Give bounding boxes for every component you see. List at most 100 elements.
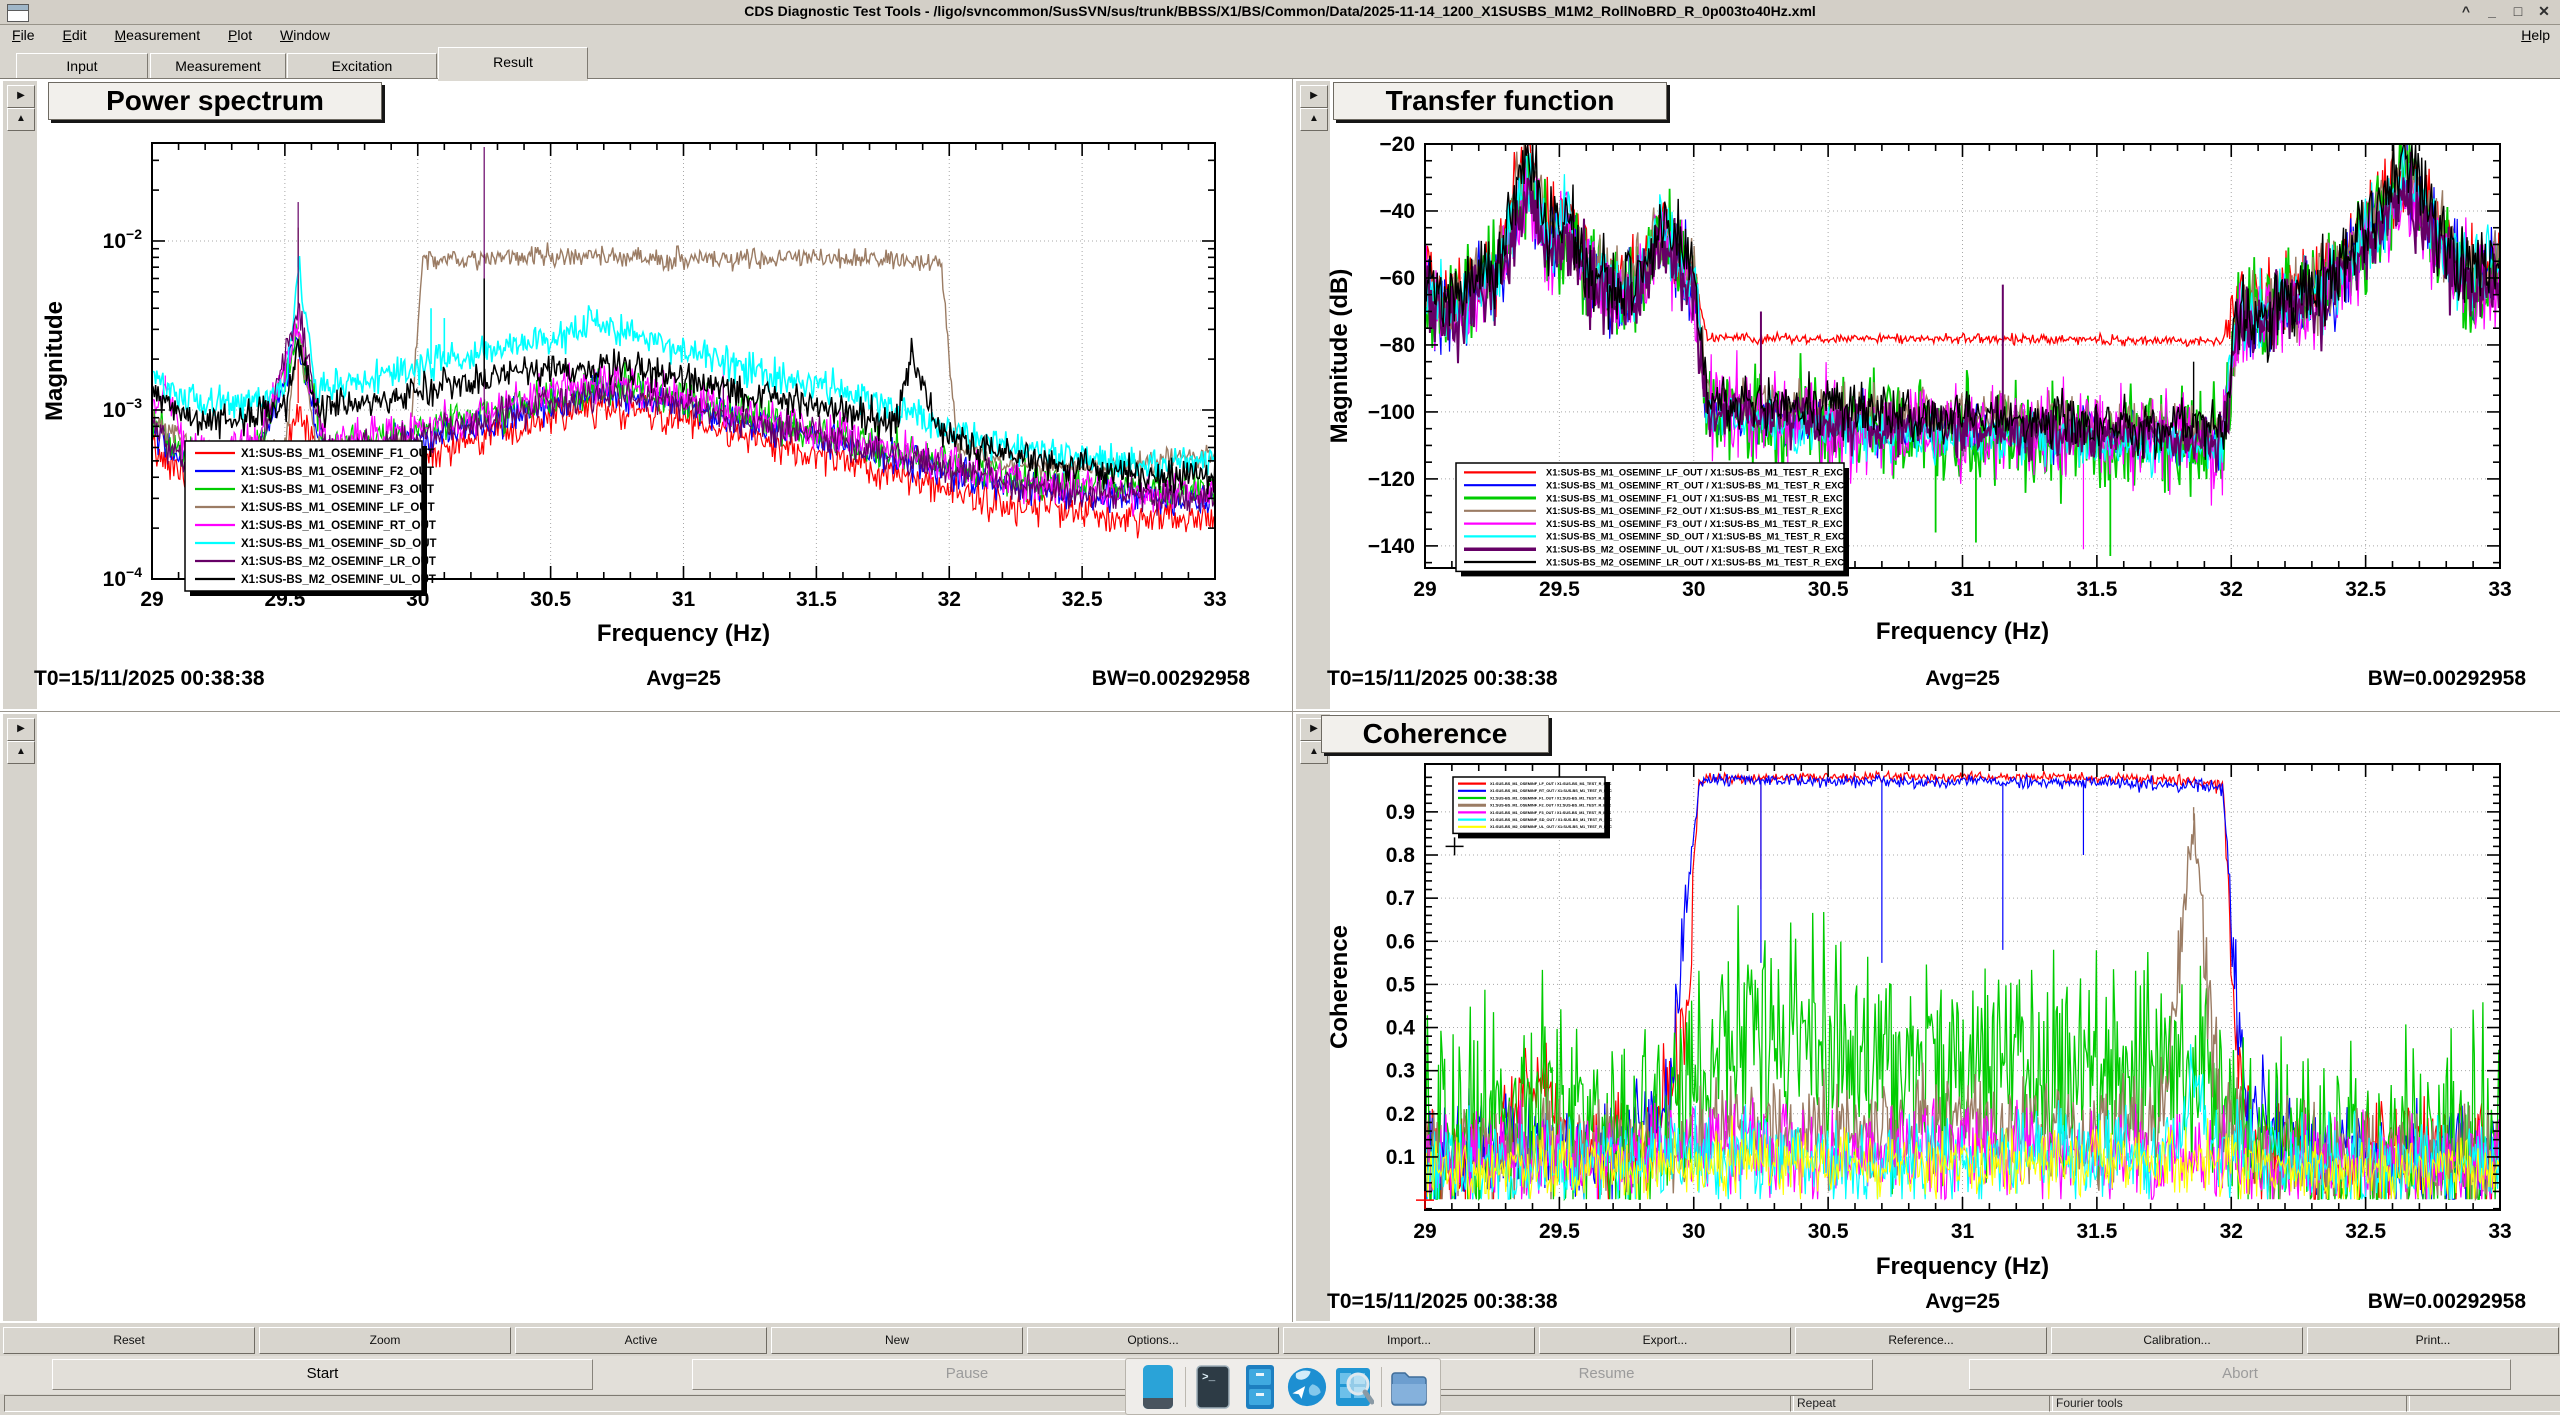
print-button[interactable]: Print... [2307, 1327, 2559, 1354]
svg-text:X1:SUS-BS_M1_OSEMINF_SD_OUT: X1:SUS-BS_M1_OSEMINF_SD_OUT [241, 538, 437, 550]
svg-text:X1:SUS-BS_M1_OSEMINF_RT_OUT /: X1:SUS-BS_M1_OSEMINF_RT_OUT / X1:SUS-BS_… [1490, 789, 1612, 793]
zoom-button[interactable]: Zoom [259, 1327, 511, 1354]
svg-text:X1:SUS-BS_M2_OSEMINF_LR_OUT /: X1:SUS-BS_M2_OSEMINF_LR_OUT / X1:SUS-BS_… [1546, 557, 1844, 567]
dock-separator [1381, 1367, 1382, 1407]
svg-text:10−2: 10−2 [103, 226, 143, 253]
svg-text:0.4: 0.4 [1386, 1017, 1416, 1040]
svg-text:X1:SUS-BS_M2_OSEMINF_UL_OUT /: X1:SUS-BS_M2_OSEMINF_UL_OUT / X1:SUS-BS_… [1546, 545, 1844, 555]
plot-toolbar: Reset Zoom Active New Options... Import.… [0, 1322, 2560, 1357]
svg-text:−20: −20 [1379, 133, 1415, 156]
web-browser-icon[interactable] [1287, 1364, 1327, 1410]
svg-text:0.6: 0.6 [1386, 930, 1415, 953]
svg-text:X1:SUS-BS_M1_OSEMINF_RT_OUT /: X1:SUS-BS_M1_OSEMINF_RT_OUT / X1:SUS-BS_… [1546, 481, 1844, 491]
menu-window[interactable]: Window [268, 25, 342, 46]
export-button[interactable]: Export... [1539, 1327, 1791, 1354]
menu-help[interactable]: Help [2521, 27, 2550, 43]
svg-text:29.5: 29.5 [1539, 1220, 1580, 1243]
svg-text:29: 29 [1413, 1220, 1436, 1243]
svg-text:X1:SUS-BS_M1_OSEMINF_F3_OUT /: X1:SUS-BS_M1_OSEMINF_F3_OUT / X1:SUS-BS_… [1546, 519, 1843, 529]
tab-excitation[interactable]: Excitation [287, 53, 437, 78]
svg-text:X1:SUS-BS_M1_OSEMINF_LF_OUT: X1:SUS-BS_M1_OSEMINF_LF_OUT [241, 502, 435, 514]
scroll-right-button[interactable]: ▶ [7, 718, 35, 741]
close-button[interactable]: ✕ [2532, 1, 2556, 22]
title-bar: CDS Diagnostic Test Tools - /ligo/svncom… [0, 0, 2560, 25]
svg-text:X1:SUS-BS_M1_OSEMINF_F1_OUT /: X1:SUS-BS_M1_OSEMINF_F1_OUT / X1:SUS-BS_… [1490, 796, 1611, 800]
minimize-button[interactable]: _ [2480, 1, 2504, 22]
calibration-button[interactable]: Calibration... [2051, 1327, 2303, 1354]
status-extra [2406, 1395, 2560, 1412]
svg-text:31.5: 31.5 [2076, 1220, 2117, 1243]
power-spectrum-plot: 2929.53030.53131.53232.53310−210−310−4Fr… [0, 79, 1292, 711]
svg-text:31: 31 [1951, 578, 1975, 601]
svg-text:29.5: 29.5 [1539, 578, 1580, 601]
svg-text:33: 33 [2488, 1220, 2511, 1243]
svg-text:−80: −80 [1379, 334, 1415, 357]
svg-text:30.5: 30.5 [1808, 578, 1849, 601]
svg-text:X1:SUS-BS_M1_OSEMINF_SD_OUT /: X1:SUS-BS_M1_OSEMINF_SD_OUT / X1:SUS-BS_… [1546, 532, 1845, 542]
search-window-icon[interactable] [1334, 1364, 1374, 1410]
svg-text:−120: −120 [1368, 468, 1415, 491]
power-spectrum-pane: ▶ ▲ Power spectrum T0=15/11/2025 00:38:3… [0, 79, 1293, 712]
empty-pane: ▶ ▲ [0, 712, 1293, 1323]
menu-bar: File Edit Measurement Plot Window Help [0, 25, 2560, 47]
reset-button[interactable]: Reset [3, 1327, 255, 1354]
reference-button[interactable]: Reference... [1795, 1327, 2047, 1354]
svg-text:32.5: 32.5 [1062, 588, 1103, 611]
status-message [4, 1395, 1794, 1412]
tab-input[interactable]: Input [16, 53, 148, 78]
file-manager-icon[interactable] [1389, 1364, 1429, 1410]
svg-text:29: 29 [1413, 578, 1436, 601]
tab-bar: Input Measurement Excitation Result [0, 46, 2560, 78]
file-cabinet-icon[interactable] [1240, 1364, 1280, 1410]
terminal-icon[interactable]: >_ [1193, 1364, 1233, 1410]
legend: X1:SUS-BS_M1_OSEMINF_F1_OUT X1:SUS-BS_M1_… [185, 441, 437, 596]
maximize-button[interactable]: □ [2506, 1, 2530, 22]
menu-file[interactable]: File [0, 25, 47, 46]
svg-text:32: 32 [2220, 1220, 2243, 1243]
svg-text:X1:SUS-BS_M1_OSEMINF_F1_OUT: X1:SUS-BS_M1_OSEMINF_F1_OUT [241, 448, 434, 460]
svg-text:0.9: 0.9 [1386, 801, 1415, 824]
shade-button[interactable]: ^ [2454, 1, 2478, 22]
svg-text:Magnitude: Magnitude [41, 301, 68, 421]
svg-text:0.5: 0.5 [1386, 973, 1416, 996]
svg-text:30.5: 30.5 [530, 588, 571, 611]
legend: X1:SUS-BS_M1_OSEMINF_LF_OUT / X1:SUS-BS_… [1456, 463, 1849, 576]
menu-edit[interactable]: Edit [50, 25, 98, 46]
workspace-icon[interactable] [1138, 1364, 1178, 1410]
svg-text:X1:SUS-BS_M1_OSEMINF_F1_OUT /: X1:SUS-BS_M1_OSEMINF_F1_OUT / X1:SUS-BS_… [1546, 493, 1843, 503]
svg-text:32.5: 32.5 [2345, 578, 2386, 601]
svg-text:X1:SUS-BS_M2_OSEMINF_UL_OUT: X1:SUS-BS_M2_OSEMINF_UL_OUT [241, 574, 436, 586]
tab-result[interactable]: Result [438, 47, 588, 79]
import-button[interactable]: Import... [1283, 1327, 1535, 1354]
svg-text:X1:SUS-BS_M1_OSEMINF_F3_OUT: X1:SUS-BS_M1_OSEMINF_F3_OUT [241, 484, 434, 496]
status-tools: Fourier tools [2049, 1395, 2410, 1412]
svg-text:0.7: 0.7 [1386, 887, 1415, 910]
svg-text:Coherence: Coherence [1326, 925, 1353, 1049]
options-button[interactable]: Options... [1027, 1327, 1279, 1354]
active-button[interactable]: Active [515, 1327, 767, 1354]
svg-text:X1:SUS-BS_M1_OSEMINF_F3_OUT /: X1:SUS-BS_M1_OSEMINF_F3_OUT / X1:SUS-BS_… [1490, 811, 1611, 815]
svg-text:30.5: 30.5 [1808, 1220, 1849, 1243]
svg-text:31.5: 31.5 [2076, 578, 2117, 601]
svg-text:31: 31 [672, 588, 696, 611]
coherence-pane: ▶ ▲ Coherence T0=15/11/2025 00:38:38 Avg… [1293, 712, 2560, 1323]
application-dock: >_ [1125, 1358, 1441, 1415]
scroll-up-button[interactable]: ▲ [7, 741, 35, 764]
window-title: CDS Diagnostic Test Tools - /ligo/svncom… [0, 3, 2560, 19]
dock-separator [1185, 1367, 1186, 1407]
svg-text:32: 32 [2220, 578, 2243, 601]
svg-text:0.3: 0.3 [1386, 1060, 1415, 1083]
svg-text:0.2: 0.2 [1386, 1103, 1415, 1126]
abort-button[interactable]: Abort [1969, 1359, 2511, 1390]
legend: X1:SUS-BS_M1_OSEMINF_LF_OUT / X1:SUS-BS_… [1453, 777, 1612, 838]
svg-text:X1:SUS-BS_M1_OSEMINF_F2_OUT /: X1:SUS-BS_M1_OSEMINF_F2_OUT / X1:SUS-BS_… [1546, 506, 1843, 516]
menu-measurement[interactable]: Measurement [103, 25, 213, 46]
svg-text:33: 33 [2488, 578, 2511, 601]
new-button[interactable]: New [771, 1327, 1023, 1354]
menu-plot[interactable]: Plot [216, 25, 264, 46]
svg-text:33: 33 [1203, 588, 1226, 611]
tab-measurement[interactable]: Measurement [150, 53, 286, 78]
svg-text:31: 31 [1951, 1220, 1975, 1243]
start-button[interactable]: Start [52, 1359, 593, 1390]
transfer-function-pane: ▶ ▲ Transfer function T0=15/11/2025 00:3… [1293, 79, 2560, 712]
